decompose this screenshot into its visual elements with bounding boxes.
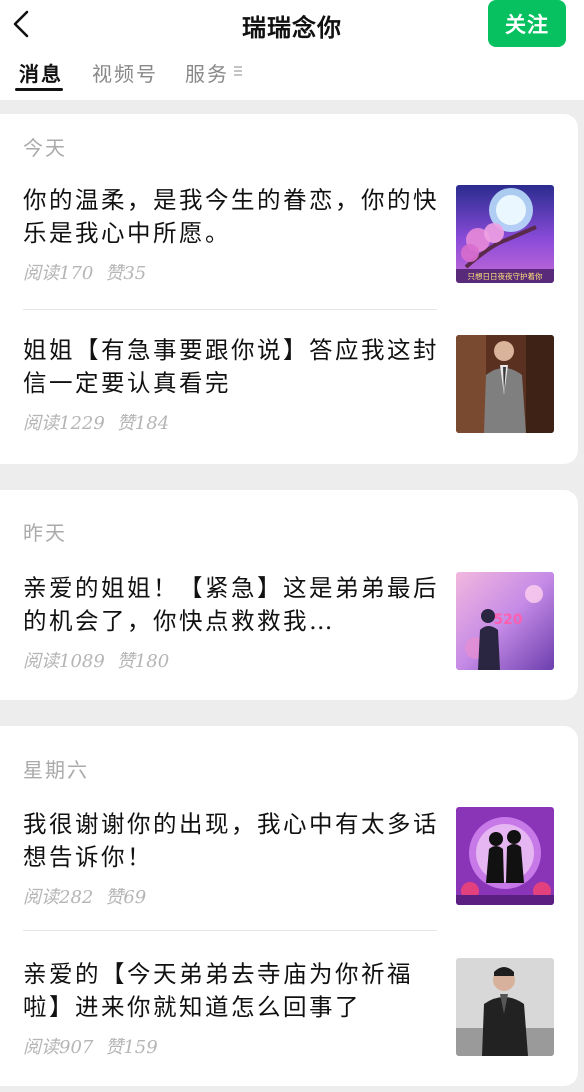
tree-moon-image: 只想日日夜夜守护着你 [456,185,554,283]
article-title: 你的温柔，是我今生的眷恋，你的快乐是我心中所愿。 [23,186,439,247]
message-group: 今天 你的温柔，是我今生的眷恋，你的快乐是我心中所愿。 阅读170 赞35 只想… [0,114,578,464]
active-tab-indicator [15,88,63,91]
article-title: 姐姐【有急事要跟你说】答应我这封信一定要认真看完 [23,336,439,397]
article-item[interactable]: 姐姐【有急事要跟你说】答应我这封信一定要认真看完 阅读1229 赞184 [0,332,578,452]
message-group: 昨天 亲爱的姐姐！【紧急】这是弟弟最后的机会了，你快点救救我… 阅读1089 赞1… [0,490,578,700]
article-title: 我很谢谢你的出现，我心中有太多话想告诉你！ [23,810,439,871]
message-group: 星期六 我很谢谢你的出现，我心中有太多话想告诉你！ 阅读282 赞69 亲爱的【今… [0,726,578,1086]
top-bar: 瑞瑞念你 关注 消息 视频号 服务 [0,0,584,100]
read-count: 阅读170 [23,263,94,284]
divider [23,930,437,931]
man-in-suit-image [456,335,554,433]
like-count: 赞159 [105,1037,158,1058]
read-count: 阅读907 [23,1037,94,1058]
article-stats: 阅读1089 赞180 [23,647,181,673]
tab-messages[interactable]: 消息 [19,58,63,87]
group-date: 昨天 [23,521,67,545]
tab-bar: 消息 视频号 服务 [0,56,584,96]
article-item[interactable]: 亲爱的【今天弟弟去寺庙为你祈福啦】进来你就知道怎么回事了 阅读907 赞159 [0,956,578,1076]
article-title: 亲爱的【今天弟弟去寺庙为你祈福啦】进来你就知道怎么回事了 [23,960,413,1021]
tab-services[interactable]: 服务 [185,58,229,87]
article-item[interactable]: 你的温柔，是我今生的眷恋，你的快乐是我心中所愿。 阅读170赞35 只想日日夜 [0,182,578,302]
tab-channels[interactable]: 视频号 [92,58,158,87]
like-count: 赞35 [105,263,147,284]
couple-520-image: 520 [456,572,554,670]
divider [23,309,437,310]
thumbnail-caption: 520 [493,612,522,628]
article-item[interactable]: 我很谢谢你的出现，我心中有太多话想告诉你！ 阅读282 赞69 [0,806,578,926]
article-stats: 阅读170 赞35 [23,259,158,285]
read-count: 阅读282 [23,887,94,908]
man-portrait-image [456,958,554,1056]
article-stats: 阅读1229 赞184 [23,409,181,435]
article-thumbnail: 520 [456,572,554,670]
thumbnail-caption: 只想日日夜夜守护着你 [468,271,543,281]
article-stats: 阅读907 赞159 [23,1033,170,1059]
like-count: 赞180 [116,651,170,672]
read-count: 阅读1229 [23,413,105,434]
article-title: 亲爱的姐姐！【紧急】这是弟弟最后的机会了，你快点救救我… [23,574,439,635]
article-thumbnail [456,335,554,433]
article-thumbnail: 只想日日夜夜守护着你 [456,185,554,283]
article-thumbnail [456,958,554,1056]
like-count: 赞184 [116,413,170,434]
group-date: 星期六 [23,758,89,782]
silhouette-couple-image [456,807,554,905]
menu-icon[interactable] [233,65,243,77]
like-count: 赞69 [105,887,147,908]
article-thumbnail [456,807,554,905]
article-stats: 阅读282 赞69 [23,883,158,909]
group-date: 今天 [23,136,67,160]
read-count: 阅读1089 [23,651,105,672]
article-item[interactable]: 亲爱的姐姐！【紧急】这是弟弟最后的机会了，你快点救救我… 阅读1089 赞180 … [0,570,578,690]
follow-button[interactable]: 关注 [488,0,566,47]
